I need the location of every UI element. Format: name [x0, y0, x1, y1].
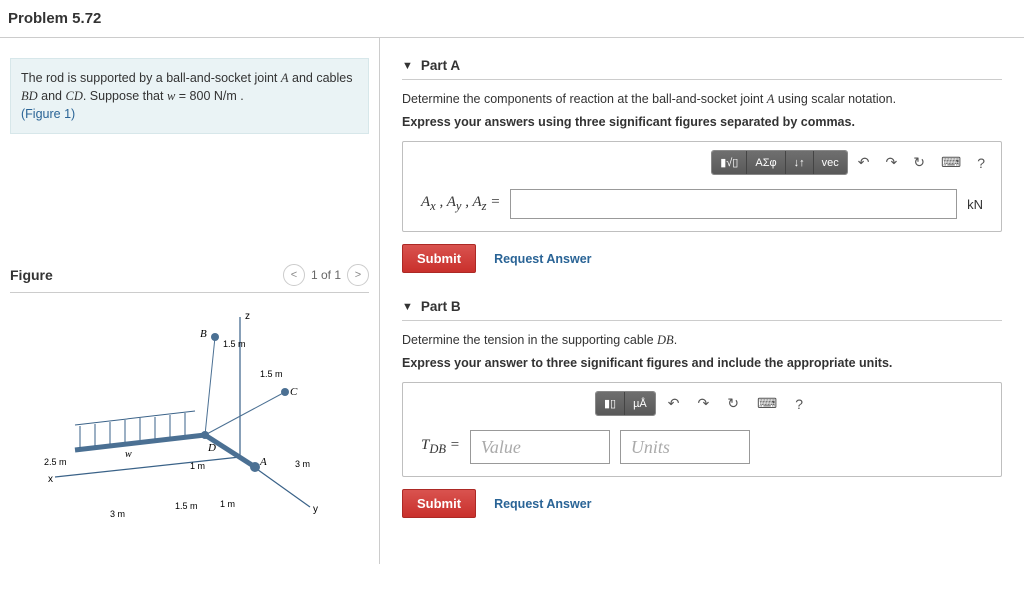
- pager-next[interactable]: >: [347, 264, 369, 286]
- figure-header: Figure < 1 of 1 >: [10, 264, 369, 293]
- txt: . Suppose that: [83, 89, 167, 103]
- part-a-input-row: Ax , Ay , Az = kN: [413, 189, 991, 219]
- txt: = 800 N/m .: [175, 89, 243, 103]
- lbl-x: x: [48, 474, 53, 485]
- lbl-B: B: [200, 328, 207, 340]
- part-b-instruct: Express your answer to three significant…: [402, 356, 1002, 370]
- sym-CD: CD: [65, 89, 82, 103]
- part-a-instruct: Express your answers using three signifi…: [402, 115, 1002, 129]
- part-a-header[interactable]: ▼ Part A: [402, 58, 1002, 80]
- figure-section: Figure < 1 of 1 > z x y: [10, 264, 369, 530]
- symbols-btn[interactable]: ΑΣφ: [747, 151, 785, 174]
- part-a-answer-box: ▮√▯ ΑΣφ ↓↑ vec ↶ ↷ ↻ ⌨ ? Ax , Ay , Az = …: [402, 141, 1002, 232]
- template-btn[interactable]: ▮▯: [596, 392, 625, 415]
- figure-pager: < 1 of 1 >: [283, 264, 369, 286]
- part-b-prompt: Determine the tension in the supporting …: [402, 333, 1002, 348]
- problem-title: Problem 5.72: [8, 10, 1016, 27]
- figure-link[interactable]: (Figure 1): [21, 107, 75, 121]
- vec-btn[interactable]: vec: [814, 151, 847, 174]
- figure-image: z x y: [10, 293, 369, 530]
- part-a-varlabel: Ax , Ay , Az =: [421, 194, 500, 214]
- lbl-3a: 3 m: [110, 509, 125, 519]
- lbl-C: C: [290, 386, 298, 398]
- part-b: ▼ Part B Determine the tension in the su…: [402, 299, 1002, 518]
- lbl-1b: 1 m: [220, 499, 235, 509]
- help-icon[interactable]: ?: [789, 392, 809, 416]
- diagram-svg: z x y: [30, 307, 330, 527]
- lbl-3b: 3 m: [295, 459, 310, 469]
- part-a-submit-row: Submit Request Answer: [402, 244, 1002, 273]
- part-a: ▼ Part A Determine the components of rea…: [402, 58, 1002, 273]
- left-column: The rod is supported by a ball-and-socke…: [0, 38, 380, 564]
- main-container: The rod is supported by a ball-and-socke…: [0, 38, 1024, 564]
- lbl-z: z: [245, 311, 250, 322]
- request-answer-a[interactable]: Request Answer: [494, 252, 591, 266]
- undo-icon[interactable]: ↶: [662, 391, 686, 416]
- caret-down-icon: ▼: [402, 60, 413, 72]
- part-a-unit: kN: [967, 197, 983, 212]
- part-a-prompt: Determine the components of reaction at …: [402, 92, 1002, 107]
- toolbar-b: ▮▯ µÅ ↶ ↷ ↻ ⌨ ?: [413, 391, 991, 416]
- template-btn[interactable]: ▮√▯: [712, 151, 747, 174]
- txt: The rod is supported by a ball-and-socke…: [21, 71, 281, 85]
- part-b-input-row: TDB = Value Units: [413, 430, 991, 464]
- undo-icon[interactable]: ↶: [852, 150, 876, 175]
- subscript-btn[interactable]: ↓↑: [786, 151, 814, 174]
- redo-icon[interactable]: ↷: [692, 391, 716, 416]
- part-b-varlabel: TDB =: [421, 437, 460, 457]
- problem-statement: The rod is supported by a ball-and-socke…: [10, 58, 369, 134]
- sym-A: A: [281, 71, 289, 85]
- lbl-D: D: [207, 442, 216, 454]
- reset-icon[interactable]: ↻: [907, 150, 931, 175]
- reset-icon[interactable]: ↻: [721, 391, 745, 416]
- pager-prev[interactable]: <: [283, 264, 305, 286]
- toolbar-a: ▮√▯ ΑΣφ ↓↑ vec ↶ ↷ ↻ ⌨ ?: [413, 150, 991, 175]
- lbl-15a: 1.5 m: [223, 339, 246, 349]
- lbl-15b: 1.5 m: [260, 369, 283, 379]
- submit-button-a[interactable]: Submit: [402, 244, 476, 273]
- right-column: ▼ Part A Determine the components of rea…: [380, 38, 1024, 564]
- figure-heading: Figure: [10, 267, 53, 283]
- keyboard-icon[interactable]: ⌨: [751, 391, 783, 416]
- lbl-15c: 1.5 m: [175, 501, 198, 511]
- part-b-answer-box: ▮▯ µÅ ↶ ↷ ↻ ⌨ ? TDB = Value Units: [402, 382, 1002, 477]
- txt: and: [38, 89, 66, 103]
- keyboard-icon[interactable]: ⌨: [935, 150, 967, 175]
- part-a-title: Part A: [421, 58, 460, 73]
- sym-BD: BD: [21, 89, 38, 103]
- part-a-input[interactable]: [510, 189, 957, 219]
- request-answer-b[interactable]: Request Answer: [494, 497, 591, 511]
- units-btn[interactable]: µÅ: [625, 392, 655, 415]
- lbl-A: A: [259, 456, 267, 468]
- part-b-title: Part B: [421, 299, 461, 314]
- txt: and cables: [289, 71, 353, 85]
- caret-down-icon: ▼: [402, 301, 413, 313]
- pager-text: 1 of 1: [311, 268, 341, 282]
- lbl-y: y: [313, 504, 318, 515]
- help-icon[interactable]: ?: [971, 151, 991, 175]
- units-input[interactable]: Units: [620, 430, 750, 464]
- redo-icon[interactable]: ↷: [880, 150, 904, 175]
- lbl-1a: 1 m: [190, 461, 205, 471]
- lbl-w: w: [125, 449, 132, 460]
- lbl-25: 2.5 m: [44, 457, 67, 467]
- submit-button-b[interactable]: Submit: [402, 489, 476, 518]
- part-b-header[interactable]: ▼ Part B: [402, 299, 1002, 321]
- page-header: Problem 5.72: [0, 0, 1024, 38]
- part-b-submit-row: Submit Request Answer: [402, 489, 1002, 518]
- value-input[interactable]: Value: [470, 430, 610, 464]
